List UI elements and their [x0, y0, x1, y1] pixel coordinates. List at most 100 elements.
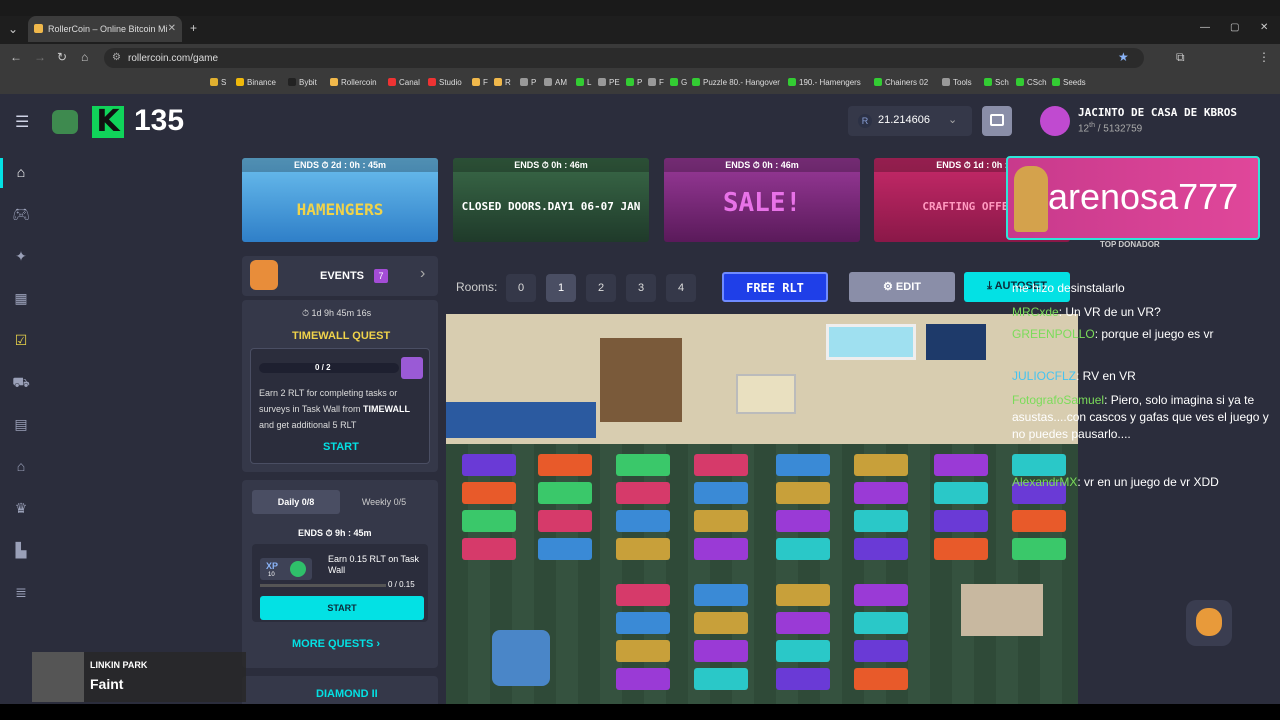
bookmark-item[interactable]: F: [648, 78, 664, 87]
miner-rack[interactable]: [538, 482, 592, 504]
miner-rack[interactable]: [694, 538, 748, 560]
miner-rack[interactable]: [694, 640, 748, 662]
sidebar-store-icon[interactable]: ▤: [12, 416, 30, 432]
game-room[interactable]: [446, 314, 1078, 704]
bookmark-item[interactable]: Seeds: [1052, 78, 1086, 87]
miner-rack[interactable]: [616, 640, 670, 662]
free-rlt-button[interactable]: FREE RLT: [722, 272, 828, 302]
miner-rack[interactable]: [776, 612, 830, 634]
home-icon[interactable]: ⌂: [81, 50, 88, 64]
bookmark-item[interactable]: Chainers 02: [874, 78, 928, 87]
miner-rack[interactable]: [776, 584, 830, 606]
site-info-icon[interactable]: ⚙: [112, 52, 121, 63]
new-tab-icon[interactable]: +: [190, 21, 197, 35]
tab-weekly[interactable]: Weekly 0/5: [340, 490, 428, 514]
room-button[interactable]: 3: [626, 274, 656, 302]
reload-icon[interactable]: ↻: [57, 50, 67, 64]
miner-rack[interactable]: [462, 510, 516, 532]
miner-rack[interactable]: [616, 482, 670, 504]
close-window-icon[interactable]: ✕: [1260, 22, 1268, 33]
sidebar-rewards-icon[interactable]: ✦: [12, 248, 30, 264]
miner-rack[interactable]: [616, 454, 670, 476]
bookmark-item[interactable]: Studio: [428, 78, 462, 87]
room-button[interactable]: 4: [666, 274, 696, 302]
miner-rack[interactable]: [694, 482, 748, 504]
miner-rack[interactable]: [854, 454, 908, 476]
sidebar-tasks-icon[interactable]: ☑: [12, 332, 30, 348]
miner-rack[interactable]: [694, 612, 748, 634]
bookmark-item[interactable]: 190.- Hamengers: [788, 78, 861, 87]
more-quests-link[interactable]: MORE QUESTS ›: [292, 638, 380, 650]
room-button[interactable]: 0: [506, 274, 536, 302]
close-tab-icon[interactable]: ✕: [168, 23, 176, 34]
sidebar-leaderboard-icon[interactable]: ♛: [12, 500, 30, 516]
bookmark-item[interactable]: P: [626, 78, 642, 87]
sidebar-factory-icon[interactable]: ▙: [12, 542, 30, 558]
diamond-league-card[interactable]: DIAMOND II: [242, 676, 438, 704]
sidebar-bank-icon[interactable]: ⌂: [12, 458, 30, 474]
bookmark-item[interactable]: F: [472, 78, 488, 87]
url-input[interactable]: ⚙ rollercoin.com/game: [104, 48, 1144, 68]
miner-rack[interactable]: [694, 454, 748, 476]
miner-rack[interactable]: [616, 668, 670, 690]
daily-start-button[interactable]: START: [260, 596, 424, 620]
hamburger-menu-icon[interactable]: ☰: [15, 112, 29, 132]
miner-rack[interactable]: [854, 668, 908, 690]
sidebar-home-icon[interactable]: ⌂: [12, 164, 30, 180]
miner-rack[interactable]: [854, 482, 908, 504]
miner-rack[interactable]: [934, 538, 988, 560]
miner-rack[interactable]: [854, 612, 908, 634]
event-banner[interactable]: ENDS ⏱ 2d : 0h : 45m HAMENGERS: [242, 158, 438, 242]
tab-daily[interactable]: Daily 0/8: [252, 490, 340, 514]
miner-rack[interactable]: [854, 584, 908, 606]
miner-rack[interactable]: [616, 612, 670, 634]
bookmark-item[interactable]: AM: [544, 78, 567, 87]
wallet-button[interactable]: [982, 106, 1012, 136]
bookmark-item[interactable]: S: [210, 78, 226, 87]
bookmark-star-icon[interactable]: ★: [1118, 50, 1129, 64]
sidebar-docs-icon[interactable]: ≣: [12, 584, 30, 600]
miner-rack[interactable]: [776, 538, 830, 560]
bookmark-item[interactable]: L: [576, 78, 591, 87]
tab-rollercoin[interactable]: RollerCoin – Online Bitcoin Mi ✕: [28, 16, 182, 42]
miner-rack[interactable]: [1012, 510, 1066, 532]
sidebar-games-icon[interactable]: 🎮︎: [12, 206, 30, 222]
miner-rack[interactable]: [462, 538, 516, 560]
menu-icon[interactable]: ⋮: [1258, 50, 1270, 64]
miner-rack[interactable]: [616, 584, 670, 606]
miner-rack[interactable]: [776, 482, 830, 504]
bookmark-item[interactable]: Canal: [388, 78, 420, 87]
miner-rack[interactable]: [854, 640, 908, 662]
event-banner[interactable]: ENDS ⏱ 0h : 46m SALE!: [664, 158, 860, 242]
sidebar-marketplace-icon[interactable]: ⛟: [12, 374, 30, 390]
timewall-start-button[interactable]: START: [323, 441, 359, 453]
user-avatar[interactable]: [1040, 106, 1070, 136]
support-hamster-button[interactable]: [1186, 600, 1232, 646]
bookmark-item[interactable]: Rollercoin: [330, 78, 377, 87]
balance-dropdown[interactable]: R 21.214606 ⌄: [848, 106, 972, 136]
miner-rack[interactable]: [538, 454, 592, 476]
back-icon[interactable]: ←: [10, 50, 22, 64]
miner-rack[interactable]: [462, 454, 516, 476]
miner-rack[interactable]: [934, 482, 988, 504]
miner-rack[interactable]: [776, 510, 830, 532]
extensions-icon[interactable]: ⧉: [1176, 50, 1185, 65]
miner-rack[interactable]: [694, 668, 748, 690]
minimize-icon[interactable]: —: [1200, 22, 1210, 33]
bookmark-item[interactable]: CSch: [1016, 78, 1047, 87]
edit-button[interactable]: ⚙ EDIT: [849, 272, 955, 302]
bookmark-item[interactable]: R: [494, 78, 511, 87]
miner-rack[interactable]: [616, 538, 670, 560]
miner-rack[interactable]: [934, 510, 988, 532]
forward-icon[interactable]: →: [34, 50, 46, 64]
bookmark-item[interactable]: Binance: [236, 78, 276, 87]
miner-rack[interactable]: [1012, 538, 1066, 560]
bookmark-item[interactable]: Sch: [984, 78, 1009, 87]
events-button[interactable]: EVENTS 7 ›: [242, 256, 438, 296]
miner-rack[interactable]: [854, 538, 908, 560]
miner-rack[interactable]: [694, 510, 748, 532]
bookmark-item[interactable]: Bybit: [288, 78, 317, 87]
bookmark-item[interactable]: Puzzle 80.- Hangover: [692, 78, 780, 87]
room-button[interactable]: 2: [586, 274, 616, 302]
miner-rack[interactable]: [538, 538, 592, 560]
